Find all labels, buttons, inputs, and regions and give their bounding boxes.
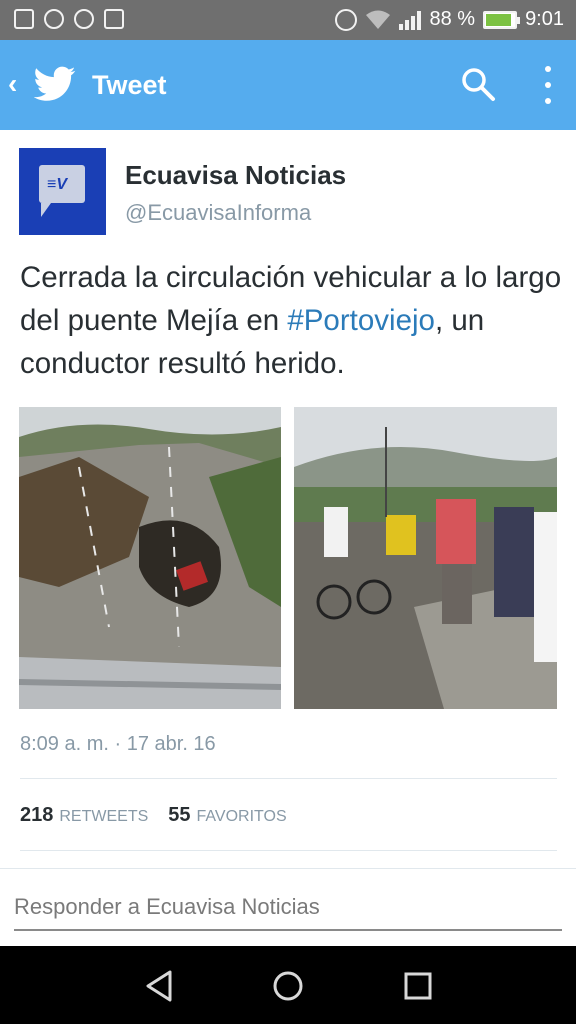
retweets-count[interactable]: 218 — [20, 804, 53, 827]
back-chevron-icon[interactable]: ‹ — [8, 68, 17, 100]
status-bar: 88 % 9:01 — [0, 0, 576, 40]
signal-icon — [399, 10, 422, 30]
tweet-text: Cerrada la circulación vehicular a lo la… — [20, 256, 565, 385]
retweets-label[interactable]: RETWEETS — [59, 808, 148, 826]
battery-percent: 88 % — [429, 8, 476, 30]
tweet-stats: 218 RETWEETS 55 FAVORITOS — [20, 804, 301, 827]
divider — [20, 778, 557, 779]
tweet-photo-crowd[interactable] — [294, 407, 557, 709]
facebook-icon — [14, 9, 34, 29]
twitter-bird-icon[interactable] — [34, 66, 76, 102]
tweet-timestamp: 8:09 a. m. · 17 abr. 16 — [20, 733, 216, 755]
back-triangle-icon[interactable] — [142, 968, 178, 1004]
app-bar: ‹ Tweet — [0, 40, 576, 130]
battery-charging-icon — [483, 10, 521, 29]
recents-square-icon[interactable] — [400, 968, 436, 1004]
home-circle-icon[interactable] — [270, 968, 306, 1004]
favorites-label[interactable]: FAVORITOS — [197, 808, 287, 826]
author-name[interactable]: Ecuavisa Noticias — [125, 160, 346, 191]
alarm-icon — [335, 8, 358, 31]
reply-composer — [0, 868, 576, 946]
author-handle[interactable]: @EcuavisaInforma — [125, 200, 311, 226]
app-bar-title: Tweet — [92, 70, 167, 100]
notification-icons — [14, 9, 124, 29]
divider — [20, 850, 557, 851]
ecuavisa-logo-mark: ≡V — [47, 176, 68, 193]
image-icon — [104, 9, 124, 29]
tweet-photo-collapsed-road[interactable] — [19, 407, 281, 709]
system-status: 88 % 9:01 — [335, 8, 564, 31]
wifi-icon — [366, 10, 391, 29]
hashtag-link[interactable]: #Portoviejo — [287, 304, 435, 337]
favorites-count[interactable]: 55 — [168, 804, 190, 827]
system-nav-bar — [0, 946, 576, 1024]
avatar[interactable]: ≡V — [19, 148, 106, 235]
whatsapp-icon — [44, 9, 64, 29]
overflow-menu-icon[interactable] — [538, 66, 558, 104]
reply-input[interactable] — [14, 885, 562, 931]
whatsapp-icon — [74, 9, 94, 29]
search-icon[interactable] — [460, 66, 496, 102]
clock: 9:01 — [525, 8, 564, 30]
